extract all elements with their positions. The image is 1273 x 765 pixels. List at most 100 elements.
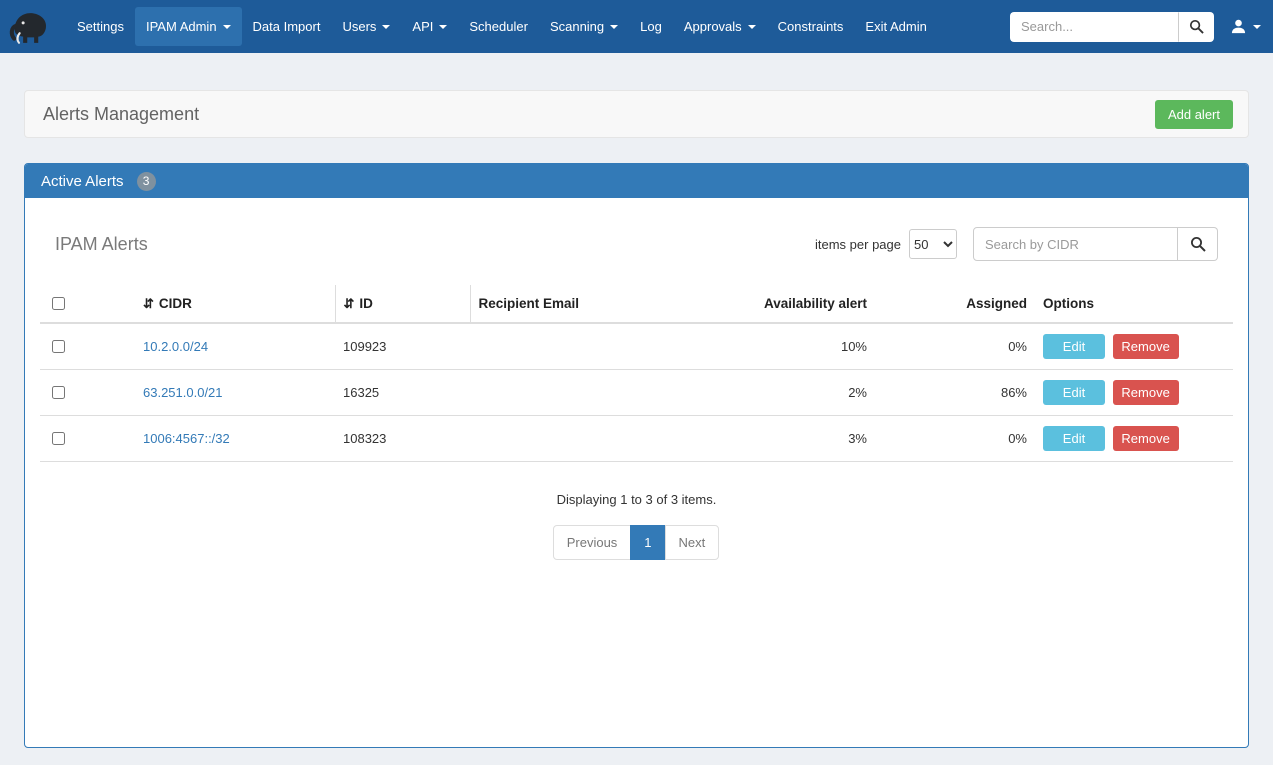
nav-label: Settings <box>77 19 124 34</box>
active-alerts-heading: Active Alerts 3 <box>25 164 1248 198</box>
caret-down-icon <box>223 25 231 29</box>
caret-down-icon <box>439 25 447 29</box>
top-navbar: Settings IPAM Admin Data Import Users AP… <box>0 0 1273 53</box>
nav-link-constraints[interactable]: Constraints <box>767 7 855 46</box>
cidr-link[interactable]: 1006:4567::/32 <box>143 431 230 446</box>
nav-link-data-import[interactable]: Data Import <box>242 7 332 46</box>
assigned-cell: 0% <box>875 323 1035 370</box>
alerts-table: ⇵CIDR ⇵ID Recipient Email Availability a… <box>40 285 1233 462</box>
cidr-link[interactable]: 63.251.0.0/21 <box>143 385 223 400</box>
caret-down-icon <box>382 25 390 29</box>
cidr-cell: 63.251.0.0/21 <box>135 370 335 416</box>
results-summary: Displaying 1 to 3 of 3 items. <box>40 492 1233 507</box>
table-row: 1006:4567::/32 108323 3% 0% Edit Remove <box>40 416 1233 462</box>
select-all-checkbox[interactable] <box>52 297 65 310</box>
sort-icon: ⇵ <box>344 296 355 311</box>
cidr-link[interactable]: 10.2.0.0/24 <box>143 339 208 354</box>
panel-title: Active Alerts <box>41 173 124 190</box>
navbar-search-button[interactable] <box>1178 12 1214 42</box>
caret-down-icon <box>1253 25 1261 29</box>
sort-icon: ⇵ <box>143 296 154 311</box>
nav-link-settings[interactable]: Settings <box>66 7 135 46</box>
phpipam-logo[interactable] <box>8 5 52 49</box>
options-cell: Edit Remove <box>1035 416 1233 462</box>
nav-item-ipam-admin: IPAM Admin <box>135 7 242 46</box>
id-cell: 108323 <box>335 416 470 462</box>
nav-item-constraints: Constraints <box>767 7 855 46</box>
table-toolbar: IPAM Alerts items per page 50 <box>40 213 1233 285</box>
nav-link-scanning[interactable]: Scanning <box>539 7 629 46</box>
nav-item-users: Users <box>331 7 401 46</box>
row-checkbox[interactable] <box>52 340 65 353</box>
page-title: Alerts Management <box>43 104 199 125</box>
mammoth-icon <box>8 5 52 49</box>
nav-link-log[interactable]: Log <box>629 7 673 46</box>
user-menu[interactable] <box>1230 18 1261 35</box>
cidr-cell: 10.2.0.0/24 <box>135 323 335 370</box>
search-icon <box>1189 19 1204 34</box>
add-alert-button[interactable]: Add alert <box>1155 100 1233 129</box>
recipient-email-cell <box>470 370 720 416</box>
nav-link-users[interactable]: Users <box>331 7 401 46</box>
items-per-page-select[interactable]: 50 <box>909 229 957 259</box>
column-header-options: Options <box>1035 285 1233 323</box>
remove-button[interactable]: Remove <box>1113 380 1179 405</box>
toolbar-controls: items per page 50 <box>815 227 1218 261</box>
nav-item-scanning: Scanning <box>539 7 629 46</box>
nav-label: Scheduler <box>469 19 528 34</box>
nav-label: Approvals <box>684 19 742 34</box>
active-alerts-body: IPAM Alerts items per page 50 <box>25 198 1248 747</box>
nav-label: API <box>412 19 433 34</box>
options-cell: Edit Remove <box>1035 323 1233 370</box>
nav-link-api[interactable]: API <box>401 7 458 46</box>
column-header-assigned: Assigned <box>875 285 1035 323</box>
navbar-search-input[interactable] <box>1010 12 1178 42</box>
nav-item-exit-admin: Exit Admin <box>854 7 937 46</box>
cidr-search-button[interactable] <box>1178 227 1218 261</box>
nav-label: Log <box>640 19 662 34</box>
pagination: Previous 1 Next <box>40 525 1233 560</box>
assigned-cell: 86% <box>875 370 1035 416</box>
table-row: 63.251.0.0/21 16325 2% 86% Edit Remove <box>40 370 1233 416</box>
row-checkbox[interactable] <box>52 386 65 399</box>
nav-item-api: API <box>401 7 458 46</box>
edit-button[interactable]: Edit <box>1043 380 1105 405</box>
nav-link-ipam-admin[interactable]: IPAM Admin <box>135 7 242 46</box>
cidr-search-input[interactable] <box>973 227 1178 261</box>
nav-label: Exit Admin <box>865 19 926 34</box>
assigned-cell: 0% <box>875 416 1035 462</box>
pagination-previous[interactable]: Previous <box>553 525 632 560</box>
id-cell: 16325 <box>335 370 470 416</box>
nav-link-scheduler[interactable]: Scheduler <box>458 7 539 46</box>
table-row: 10.2.0.0/24 109923 10% 0% Edit Remove <box>40 323 1233 370</box>
remove-button[interactable]: Remove <box>1113 426 1179 451</box>
edit-button[interactable]: Edit <box>1043 426 1105 451</box>
navbar-search <box>1010 12 1214 42</box>
pagination-next[interactable]: Next <box>665 525 720 560</box>
nav-link-exit-admin[interactable]: Exit Admin <box>854 7 937 46</box>
pagination-page-1[interactable]: 1 <box>630 525 665 560</box>
cidr-cell: 1006:4567::/32 <box>135 416 335 462</box>
nav-label: Scanning <box>550 19 604 34</box>
availability-cell: 2% <box>720 370 875 416</box>
column-header-cidr[interactable]: ⇵ CIDR <box>135 285 335 323</box>
nav-link-approvals[interactable]: Approvals <box>673 7 767 46</box>
nav-label: Users <box>342 19 376 34</box>
checkbox-cell <box>40 370 135 416</box>
row-checkbox[interactable] <box>52 432 65 445</box>
edit-button[interactable]: Edit <box>1043 334 1105 359</box>
column-label: CIDR <box>159 296 192 311</box>
column-label: ID <box>359 296 373 311</box>
cidr-search <box>973 227 1218 261</box>
nav-label: Data Import <box>253 19 321 34</box>
select-all-cell <box>40 285 135 323</box>
active-alerts-panel: Active Alerts 3 IPAM Alerts items per pa… <box>24 163 1249 748</box>
nav-item-approvals: Approvals <box>673 7 767 46</box>
search-icon <box>1190 236 1206 252</box>
recipient-email-cell <box>470 323 720 370</box>
table-title: IPAM Alerts <box>55 234 148 255</box>
nav-label: Constraints <box>778 19 844 34</box>
remove-button[interactable]: Remove <box>1113 334 1179 359</box>
column-header-id[interactable]: ⇵ ID <box>335 285 470 323</box>
alerts-management-header: Alerts Management Add alert <box>24 90 1249 138</box>
